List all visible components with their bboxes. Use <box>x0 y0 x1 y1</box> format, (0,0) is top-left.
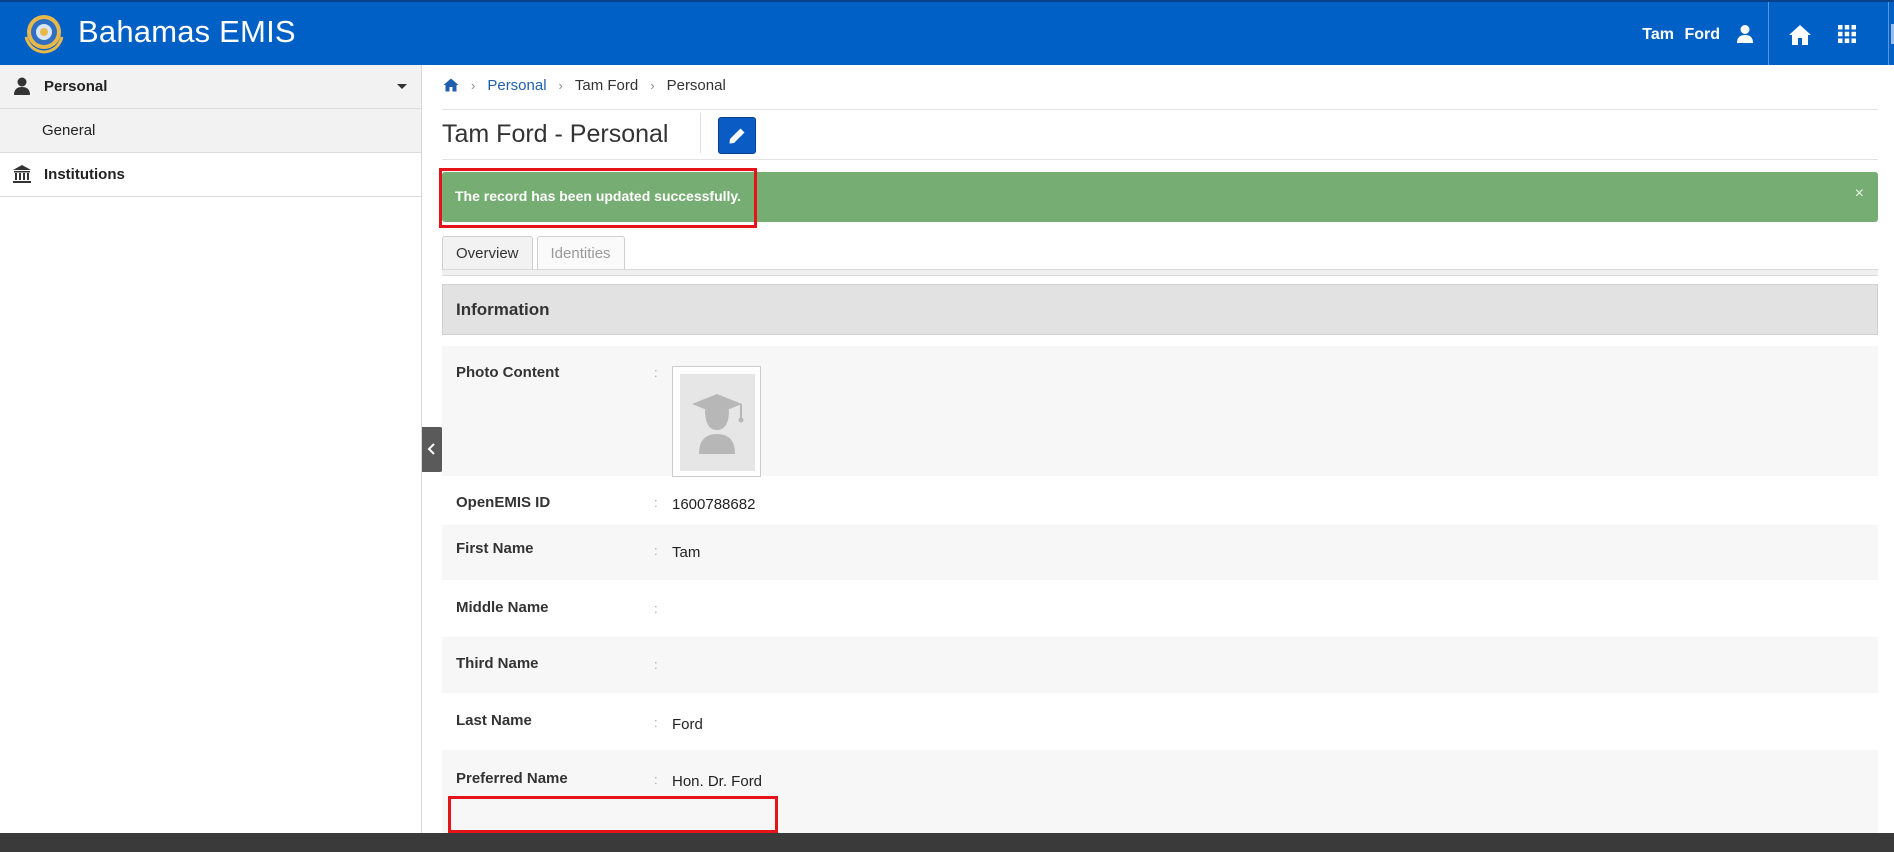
section-title: Information <box>456 300 550 319</box>
breadcrumb-link-personal[interactable]: Personal <box>487 77 546 94</box>
divider <box>442 109 1878 110</box>
field-colon: : <box>654 495 658 510</box>
divider <box>700 113 701 153</box>
brand-title[interactable]: Bahamas EMIS <box>78 14 296 50</box>
bank-icon <box>13 165 31 183</box>
sidebar-item-personal[interactable]: Personal <box>0 65 421 109</box>
tabs-underline <box>442 269 1878 276</box>
sidebar-collapse-button[interactable] <box>422 427 443 472</box>
highlight-box-alert <box>439 168 757 228</box>
section-header: Information <box>442 284 1878 335</box>
field-colon: : <box>654 715 658 730</box>
highlight-box-preferred-name <box>448 796 778 833</box>
breadcrumb-separator: › <box>558 77 563 93</box>
field-colon: : <box>654 657 658 672</box>
field-label: First Name <box>456 540 534 557</box>
user-last-name: Ford <box>1684 26 1720 43</box>
tab-bar: Overview Identities <box>442 236 625 270</box>
field-row-openemis-id: OpenEMIS ID : 1600788682 <box>442 480 1878 525</box>
field-row-third-name: Third Name : <box>442 637 1878 693</box>
field-colon: : <box>654 601 658 616</box>
field-row-last-name: Last Name : Ford <box>442 693 1878 750</box>
home-icon[interactable] <box>443 78 459 92</box>
sidebar-item-institutions[interactable]: Institutions <box>0 153 421 197</box>
photo-thumbnail[interactable] <box>672 366 761 477</box>
field-label: Third Name <box>456 655 539 672</box>
sidebar-item-general[interactable]: General <box>0 109 421 153</box>
field-colon: : <box>654 543 658 558</box>
user-first-name: Tam <box>1642 26 1674 43</box>
user-icon[interactable] <box>1736 24 1754 44</box>
sidebar-item-label: Institutions <box>44 166 125 183</box>
sidebar: Personal General Institutions <box>0 65 422 833</box>
grid-icon[interactable] <box>1838 25 1856 43</box>
user-name[interactable]: Tam Ford <box>1642 26 1720 44</box>
field-colon: : <box>654 365 658 380</box>
sidebar-item-label: General <box>42 122 96 139</box>
tab-overview[interactable]: Overview <box>442 236 533 270</box>
edit-button[interactable] <box>718 117 756 154</box>
home-icon[interactable] <box>1788 24 1812 46</box>
top-bar: Bahamas EMIS Tam Ford <box>0 0 1894 67</box>
field-row-first-name: First Name : Tam <box>442 525 1878 580</box>
field-label: OpenEMIS ID <box>456 494 551 511</box>
main-content: › Personal › Tam Ford › Personal Tam For… <box>439 65 1878 833</box>
sidebar-item-label: Personal <box>44 78 108 95</box>
breadcrumb-separator: › <box>650 77 655 93</box>
tab-identities[interactable]: Identities <box>536 236 625 270</box>
emis-seal-icon[interactable] <box>20 11 68 55</box>
chevron-down-icon <box>397 84 407 89</box>
field-row-middle-name: Middle Name : <box>442 580 1878 637</box>
header-divider <box>1768 2 1769 67</box>
field-label: Preferred Name <box>456 770 568 787</box>
header-divider <box>1888 2 1889 67</box>
field-value: 1600788682 <box>672 496 756 513</box>
bottom-bar <box>0 833 1894 852</box>
field-colon: : <box>654 772 658 787</box>
close-icon[interactable]: × <box>1855 185 1864 203</box>
pencil-icon <box>729 128 745 143</box>
field-value: Tam <box>672 544 701 561</box>
field-label: Middle Name <box>456 599 549 616</box>
breadcrumb: › Personal › Tam Ford › Personal <box>442 75 726 95</box>
breadcrumb-item-name: Tam Ford <box>574 76 639 94</box>
divider <box>442 159 1878 160</box>
field-row-photo: Photo Content : <box>442 346 1878 477</box>
graduate-placeholder-icon <box>692 394 744 454</box>
field-value: Hon. Dr. Ford <box>672 773 763 790</box>
field-label: Photo Content <box>456 364 560 381</box>
chevron-left-icon <box>427 443 435 455</box>
field-value: Ford <box>672 716 703 733</box>
field-label: Last Name <box>456 712 532 729</box>
page-title: Tam Ford - Personal <box>442 120 669 148</box>
breadcrumb-separator: › <box>471 77 476 93</box>
breadcrumb-item-current: Personal <box>666 76 726 94</box>
user-icon <box>14 77 30 95</box>
